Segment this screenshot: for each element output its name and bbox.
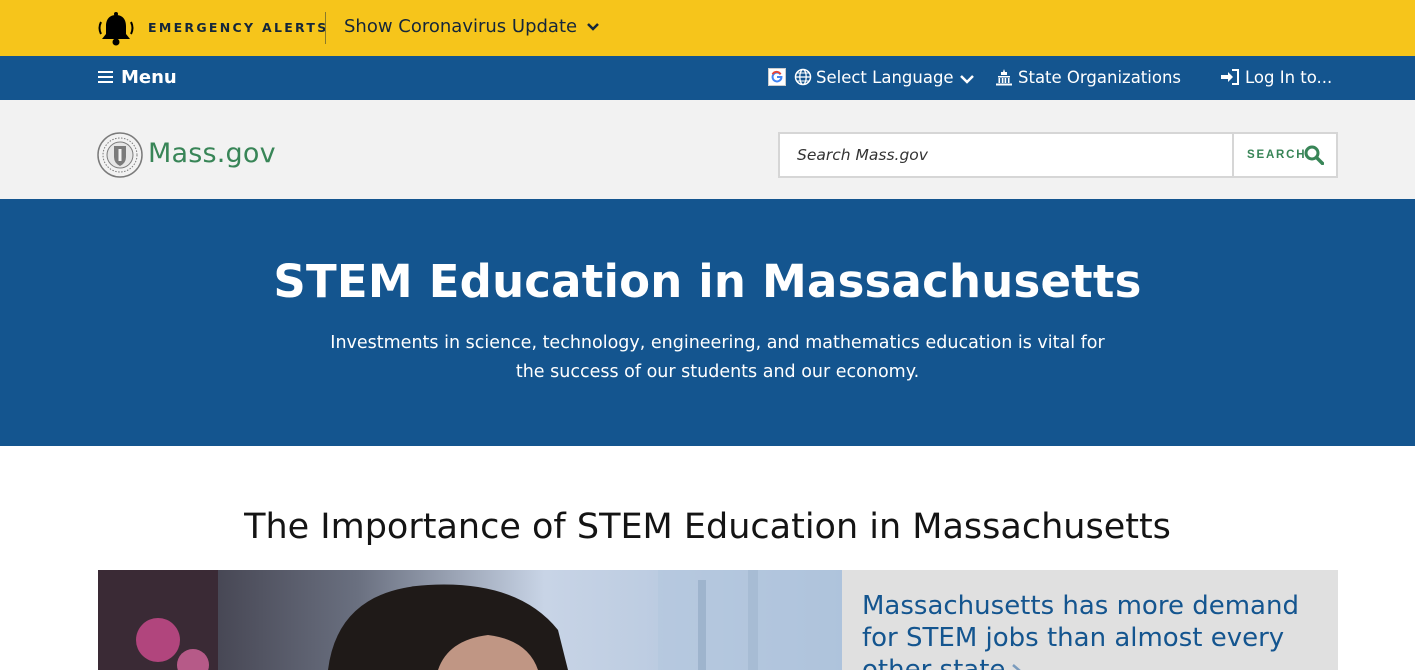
student-photo xyxy=(98,570,842,670)
search-button-label: SEARCH xyxy=(1247,149,1307,161)
state-seal-icon xyxy=(97,132,143,178)
emergency-alerts-label: EMERGENCY ALERTS xyxy=(148,20,329,35)
search-form: SEARCH xyxy=(778,132,1338,178)
show-update-toggle[interactable]: Show Coronavirus Update xyxy=(344,16,599,37)
logo-text: Mass.gov xyxy=(148,138,276,169)
select-language-button[interactable]: Select Language xyxy=(768,68,974,87)
mass-gov-logo[interactable]: Mass.gov xyxy=(97,132,276,180)
chevron-down-icon xyxy=(586,23,599,31)
arrow-right-icon xyxy=(1012,663,1022,670)
hamburger-icon xyxy=(98,71,113,83)
chevron-down-icon xyxy=(959,74,974,84)
promo-link-label: Massachusetts has more demand for STEM j… xyxy=(862,591,1299,670)
login-icon xyxy=(1221,69,1239,85)
login-button[interactable]: Log In to... xyxy=(1220,68,1332,87)
utility-nav: Menu Select Language State Organizations… xyxy=(0,56,1415,100)
login-label: Log In to... xyxy=(1245,68,1333,87)
search-button[interactable]: SEARCH xyxy=(1234,134,1336,176)
search-input[interactable] xyxy=(780,134,1232,176)
globe-icon xyxy=(794,68,812,86)
building-icon xyxy=(996,69,1012,86)
state-organizations-label: State Organizations xyxy=(1018,68,1182,87)
page-subtitle: Investments in science, technology, engi… xyxy=(330,333,1105,382)
hero-banner: STEM Education in Massachusetts Investme… xyxy=(0,199,1415,446)
promo-panel: Massachusetts has more demand for STEM j… xyxy=(842,570,1338,670)
page-title: STEM Education in Massachusetts xyxy=(273,255,1142,308)
show-update-label: Show Coronavirus Update xyxy=(344,16,578,37)
menu-button[interactable]: Menu xyxy=(98,67,177,88)
select-language-label: Select Language xyxy=(816,68,954,87)
photo-image xyxy=(98,570,842,670)
google-translate-icon xyxy=(768,68,786,86)
emergency-alerts-bar: EMERGENCY ALERTS Show Coronavirus Update xyxy=(0,0,1415,56)
section-title: The Importance of STEM Education in Mass… xyxy=(244,507,1171,547)
site-header: Mass.gov SEARCH xyxy=(0,100,1415,199)
promo-link[interactable]: Massachusetts has more demand for STEM j… xyxy=(862,590,1322,670)
search-icon xyxy=(1304,145,1324,165)
state-organizations-button[interactable]: State Organizations xyxy=(995,68,1181,87)
divider xyxy=(325,12,326,44)
bell-icon xyxy=(98,12,134,46)
menu-label: Menu xyxy=(121,67,177,88)
